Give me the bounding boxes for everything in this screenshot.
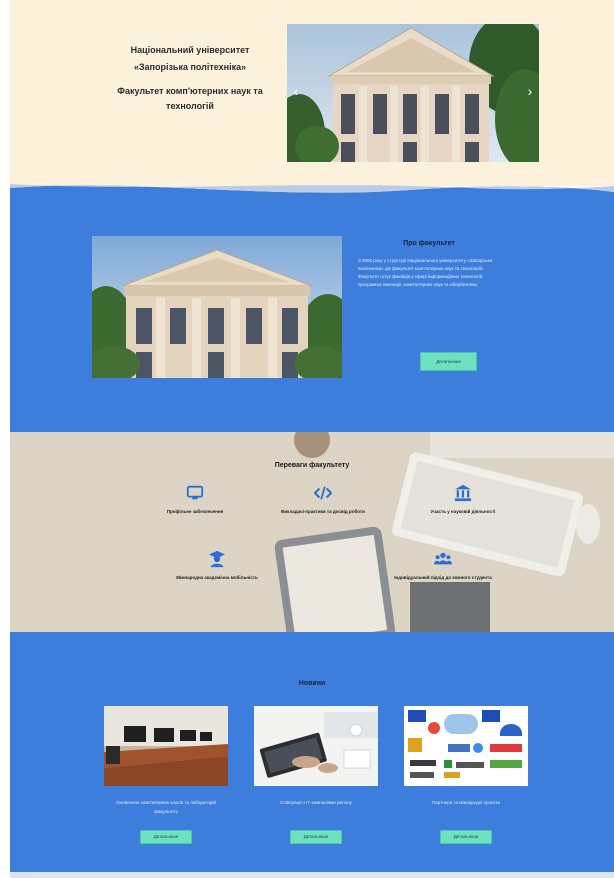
advantage-item: Індивідуальний підхід до кожного студент… xyxy=(368,550,518,580)
news-more-button[interactable]: Детальніше xyxy=(290,830,342,844)
advantage-item: Викладачі-практики та досвід роботи xyxy=(248,484,398,514)
news-more-button[interactable]: Детальніше xyxy=(140,830,192,844)
news-image[interactable] xyxy=(254,706,378,786)
about-body: З 2006 року у структурі Національного ун… xyxy=(358,258,493,287)
advantage-item: Міжнародна академічна мобільність xyxy=(142,550,292,580)
institution-icon xyxy=(454,484,472,502)
page-bottom-divider xyxy=(10,872,614,878)
faculty-line-2: технологій xyxy=(166,101,214,111)
university-name: Національний університет «Запорізька пол… xyxy=(90,42,290,76)
hero-text: Національний університет «Запорізька пол… xyxy=(90,42,290,114)
news-card: Оновлення комп'ютерних класів та лаборат… xyxy=(104,706,228,844)
laptop-work-photo xyxy=(254,706,378,786)
computer-lab-photo xyxy=(104,706,228,786)
about-photo xyxy=(92,236,342,378)
university-line-1: Національний університет xyxy=(130,45,250,55)
about-section: Про факультет З 2006 року у структурі На… xyxy=(10,200,614,432)
news-card: Партнери та міжнародні проєкти Детальніш… xyxy=(404,706,528,844)
faculty-line-1: Факультет комп'ютерних наук та xyxy=(117,86,263,96)
hero-section: Національний університет «Запорізька пол… xyxy=(10,0,614,186)
about-more-button[interactable]: Детальніше xyxy=(420,352,477,371)
hero-slider[interactable]: ‹ › xyxy=(287,24,539,162)
news-section: Новини Оновлення комп'ютерних класів та … xyxy=(10,632,614,878)
graduate-icon xyxy=(208,550,226,568)
news-card: Співпраця з ІТ-компаніями регіону Деталь… xyxy=(254,706,378,844)
advantage-label: Участь у науковій діяльності xyxy=(430,509,496,514)
advantage-label: Викладачі-практики та досвід роботи xyxy=(281,509,365,514)
university-building-photo xyxy=(287,24,539,162)
news-image[interactable] xyxy=(404,706,528,786)
users-icon xyxy=(434,552,452,565)
news-caption: Оновлення комп'ютерних класів та лаборат… xyxy=(116,800,216,814)
advantage-label: Індивідуальний підхід до кожного студент… xyxy=(394,575,492,580)
about-text: Про факультет З 2006 року у структурі На… xyxy=(358,240,500,289)
news-caption: Співпраця з ІТ-компаніями регіону xyxy=(280,800,352,805)
monitor-icon xyxy=(186,485,204,500)
code-icon xyxy=(314,486,332,500)
slider-prev-arrow[interactable]: ‹ xyxy=(290,82,302,100)
news-title: Новини xyxy=(298,680,326,687)
faculty-name: Факультет комп'ютерних наук та технологі… xyxy=(90,84,290,114)
university-line-2: «Запорізька політехніка» xyxy=(133,62,247,72)
slider-next-arrow[interactable]: › xyxy=(524,82,536,100)
news-more-button[interactable]: Детальніше xyxy=(440,830,492,844)
news-image[interactable] xyxy=(104,706,228,786)
faculty-building-photo xyxy=(92,236,342,378)
advantage-label: Міжнародна академічна мобільність xyxy=(176,575,258,580)
news-caption: Партнери та міжнародні проєкти xyxy=(432,800,500,805)
about-title: Про факультет xyxy=(403,240,455,247)
advantage-item: Участь у науковій діяльності xyxy=(388,484,538,514)
advantages-section: Переваги факультету Профільне забезпечен… xyxy=(10,432,614,632)
partner-logos-collage xyxy=(404,706,528,786)
advantages-title: Переваги факультету xyxy=(274,462,350,469)
